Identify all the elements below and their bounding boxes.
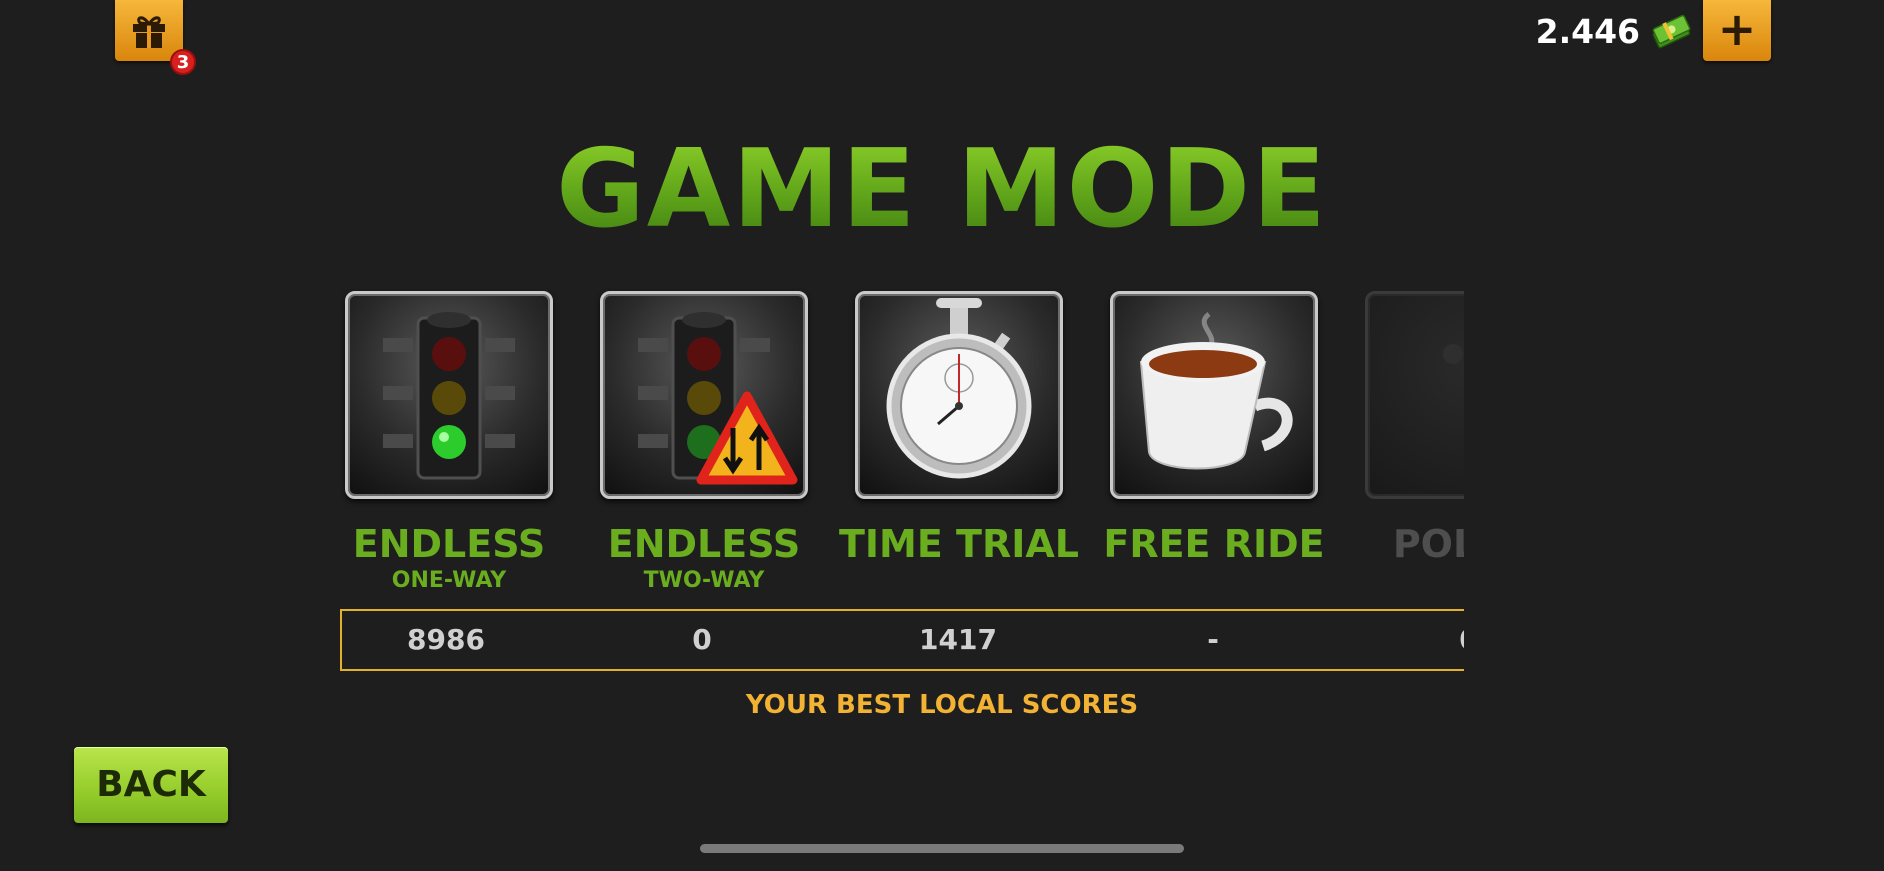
- mode-label: POLICE: [1392, 522, 1464, 566]
- traffic-light-icon: [383, 312, 515, 480]
- notification-badge: 3: [170, 49, 196, 75]
- gift-icon: [133, 15, 165, 48]
- stopwatch-icon: [886, 298, 1032, 479]
- mode-card-endless-two-way[interactable]: [600, 291, 808, 499]
- coffee-cup-icon: [1139, 312, 1293, 470]
- best-score: 1417: [919, 623, 997, 656]
- locked-mode-icon: [1443, 344, 1463, 364]
- page-title: GAME MODE: [0, 130, 1884, 250]
- best-score: 0: [692, 623, 712, 656]
- best-score: 0: [1399, 621, 1464, 659]
- mode-card-police[interactable]: [1365, 291, 1464, 499]
- home-indicator[interactable]: [700, 844, 1184, 853]
- best-score: 8986: [407, 623, 485, 656]
- best-score: -: [1207, 623, 1219, 656]
- mode-card-time-trial[interactable]: [855, 291, 1063, 499]
- back-button[interactable]: BACK: [74, 747, 228, 823]
- add-currency-button[interactable]: +: [1703, 0, 1771, 61]
- mode-label: ENDLESS: [607, 522, 801, 566]
- mode-card-endless-one-way[interactable]: [345, 291, 553, 499]
- mode-carousel[interactable]: ENDLESS ONE-WAY ENDLESS TWO-WAY TIME TRI…: [340, 285, 1464, 685]
- currency-amount: 2.446: [1535, 12, 1640, 51]
- mode-card-free-ride[interactable]: [1110, 291, 1318, 499]
- mode-subtitle: TWO-WAY: [643, 568, 765, 593]
- cash-icon: [1652, 14, 1691, 49]
- best-scores-caption: YOUR BEST LOCAL SCORES: [745, 690, 1139, 720]
- mode-label: TIME TRIAL: [838, 522, 1079, 566]
- traffic-light-warning-icon: [638, 312, 798, 485]
- mode-label: FREE RIDE: [1103, 522, 1325, 566]
- mode-label: ENDLESS: [352, 522, 546, 566]
- mode-subtitle: ONE-WAY: [391, 568, 507, 593]
